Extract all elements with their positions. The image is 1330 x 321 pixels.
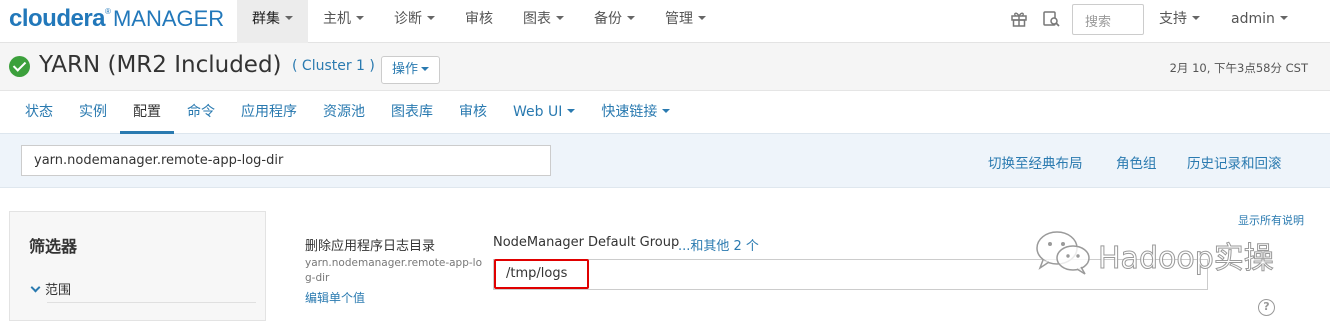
service-title: YARN (MR2 Included) [39,52,282,78]
scope-label: 范围 [45,283,72,298]
config-toolbar: yarn.nodemanager.remote-app-log-dir 切换至经… [0,134,1330,188]
cluster-link[interactable]: ( Cluster 1 ) [292,58,375,74]
menu-audits[interactable]: 审核 [450,0,508,43]
menu-hosts[interactable]: 主机 [308,0,379,43]
menu-label: 图表 [523,11,551,27]
tab-label: 快速链接 [601,104,658,120]
tab-commands[interactable]: 命令 [174,91,228,134]
user-menu[interactable]: admin [1231,0,1288,38]
menu-label: 审核 [465,11,493,27]
tab-quick-links[interactable]: 快速链接 [588,91,683,134]
caret-down-icon [427,16,435,20]
actions-label: 操作 [391,62,418,77]
switch-classic-layout-link[interactable]: 切换至经典布局 [988,152,1083,172]
caret-down-icon [698,16,706,20]
tab-label: Web UI [513,104,563,120]
cloudera-manager-logo[interactable]: cloudera®MANAGER [9,5,224,33]
config-search-input[interactable]: yarn.nodemanager.remote-app-log-dir [21,145,551,176]
caret-down-icon [285,16,293,20]
caret-down-icon [662,109,671,113]
caret-down-icon [627,16,635,20]
history-rollback-link[interactable]: 历史记录和回滚 [1187,152,1282,172]
property-key: yarn.nodemanager.remote-app-log-dir [305,257,483,284]
main-menu: 群集 主机 诊断 审核 图表 备份 管理 [237,0,721,43]
caret-down-icon [1192,16,1200,20]
property-display-name: 删除应用程序日志目录 [305,239,436,254]
role-group-label: NodeManager Default Group [493,235,680,250]
help-icon[interactable]: ? [1258,299,1275,316]
menu-clusters[interactable]: 群集 [237,0,308,43]
service-tabs: 状态 实例 配置 命令 应用程序 资源池 图表库 审核 Web UI 快速链接 [0,91,1330,134]
other-groups-link[interactable]: ...和其他 2 个 [678,235,759,254]
filters-title: 筛选器 [29,237,78,256]
service-header: YARN (MR2 Included) ( Cluster 1 ) 操作 2月 … [0,43,1330,91]
caret-down-icon [356,16,364,20]
edit-individual-values-link[interactable]: 编辑单个值 [305,289,365,306]
tab-configuration[interactable]: 配置 [120,91,174,134]
wechat-icon [1036,231,1090,275]
menu-administration[interactable]: 管理 [650,0,721,43]
menu-label: 主机 [323,11,351,27]
tab-instances[interactable]: 实例 [66,91,120,134]
caret-down-icon [421,66,429,71]
actions-button[interactable]: 操作 [381,56,440,84]
tab-audits[interactable]: 审核 [446,91,500,134]
health-good-icon [9,56,30,77]
task-search-icon[interactable] [1042,10,1060,28]
support-menu[interactable]: 支持 [1159,0,1200,38]
tab-chart-library[interactable]: 图表库 [378,91,446,134]
role-groups-link[interactable]: 角色组 [1116,152,1157,172]
gift-icon[interactable] [1010,10,1028,28]
menu-label: 群集 [252,11,280,27]
chevron-down-icon [30,282,41,293]
logo-brand: cloudera [9,5,106,32]
top-navbar: cloudera®MANAGER 群集 主机 诊断 审核 图表 备份 管理 搜索… [0,0,1330,43]
caret-down-icon [1279,16,1288,20]
tab-applications[interactable]: 应用程序 [228,91,310,134]
user-label: admin [1231,11,1275,27]
caret-down-icon [556,16,564,20]
menu-label: 备份 [594,11,622,27]
show-all-descriptions-link[interactable]: 显示所有说明 [1238,212,1304,228]
support-label: 支持 [1159,11,1187,27]
tab-resource-pools[interactable]: 资源池 [310,91,378,134]
filters-panel: 筛选器 范围 [9,211,266,321]
tab-web-ui[interactable]: Web UI [500,91,588,134]
menu-charts[interactable]: 图表 [508,0,579,43]
menu-label: 管理 [665,11,693,27]
tab-status[interactable]: 状态 [12,91,66,134]
caret-down-icon [567,109,576,113]
logo-product: MANAGER [112,6,225,31]
property-value: /tmp/logs [506,266,568,281]
scope-toggle[interactable]: 范围 [30,279,72,298]
menu-diagnostics[interactable]: 诊断 [379,0,450,43]
divider [47,302,256,303]
logo-registered: ® [105,7,111,16]
menu-label: 诊断 [394,11,422,27]
global-search-input[interactable]: 搜索 [1072,4,1144,35]
watermark-text: Hadoop实操 [1098,241,1275,277]
server-time: 2月 10, 下午3点58分 CST [1169,61,1308,75]
menu-backup[interactable]: 备份 [579,0,650,43]
